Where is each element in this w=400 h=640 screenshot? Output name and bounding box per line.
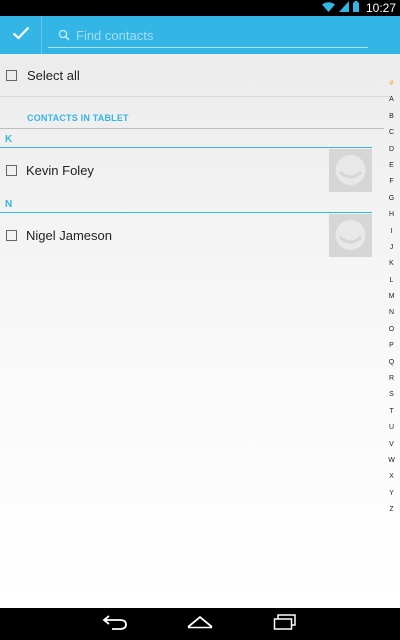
index-letter[interactable]: T (383, 404, 400, 420)
status-time: 10:27 (365, 1, 396, 15)
index-letter[interactable]: U (383, 420, 400, 436)
search-box (48, 22, 368, 48)
letter-header: N (0, 198, 372, 213)
index-letter[interactable]: B (383, 109, 400, 125)
index-letter[interactable]: Q (383, 355, 400, 371)
contact-row[interactable]: Nigel Jameson (0, 214, 372, 257)
letter-header: K (0, 133, 372, 148)
wifi-icon (321, 0, 335, 17)
home-button[interactable] (185, 614, 215, 634)
back-button[interactable] (100, 614, 130, 634)
avatar (329, 149, 372, 192)
contact-name: Nigel Jameson (26, 228, 112, 243)
battery-icon (352, 0, 359, 17)
index-letter[interactable]: G (383, 191, 400, 207)
contact-row[interactable]: Kevin Foley (0, 149, 372, 192)
section-title: CONTACTS IN TABLET (27, 113, 129, 123)
index-letter[interactable]: E (383, 158, 400, 174)
recent-apps-button[interactable] (270, 613, 300, 635)
index-letter[interactable]: M (383, 289, 400, 305)
navigation-bar (0, 608, 400, 640)
index-letter[interactable]: Z (383, 502, 400, 518)
index-letter[interactable]: W (383, 453, 400, 469)
back-icon (102, 614, 128, 635)
index-letter[interactable]: D (383, 142, 400, 158)
letter-header-label: K (5, 134, 13, 145)
search-icon (58, 28, 70, 46)
index-letter[interactable]: X (383, 469, 400, 485)
contact-picker-list: Select all CONTACTS IN TABLET K Kevin Fo… (0, 54, 400, 608)
signal-icon (338, 0, 349, 17)
home-icon (186, 615, 214, 634)
index-letter[interactable]: O (383, 322, 400, 338)
index-letter[interactable]: A (383, 92, 400, 108)
index-letter[interactable]: F (383, 174, 400, 190)
done-button[interactable] (0, 16, 42, 54)
contact-checkbox[interactable] (6, 230, 17, 241)
index-letter[interactable]: J (383, 240, 400, 256)
index-letter[interactable]: Y (383, 486, 400, 502)
contact-name: Kevin Foley (26, 163, 94, 178)
status-bar: 10:27 (0, 0, 400, 16)
avatar (329, 214, 372, 257)
index-letter[interactable]: S (383, 387, 400, 403)
checkmark-icon (12, 26, 30, 45)
index-letter[interactable]: V (383, 437, 400, 453)
index-letter[interactable]: H (383, 207, 400, 223)
select-all-checkbox[interactable] (6, 70, 17, 81)
recent-apps-icon (273, 613, 297, 635)
select-all-label: Select all (27, 68, 80, 83)
contact-checkbox[interactable] (6, 165, 17, 176)
action-bar (0, 16, 400, 54)
index-letter[interactable]: K (383, 256, 400, 272)
section-header: CONTACTS IN TABLET (0, 110, 384, 129)
search-input[interactable] (76, 24, 356, 46)
index-letter[interactable]: P (383, 338, 400, 354)
index-letter[interactable]: L (383, 273, 400, 289)
select-all-row[interactable]: Select all (0, 54, 392, 97)
index-letter[interactable]: I (383, 224, 400, 240)
index-letter[interactable]: # (383, 76, 400, 92)
index-letter[interactable]: C (383, 125, 400, 141)
index-letter[interactable]: N (383, 305, 400, 321)
letter-header-label: N (5, 199, 13, 210)
index-letter[interactable]: R (383, 371, 400, 387)
alphabet-index[interactable]: # A B C D E F G H I J K L M N O P Q R S … (383, 76, 400, 519)
